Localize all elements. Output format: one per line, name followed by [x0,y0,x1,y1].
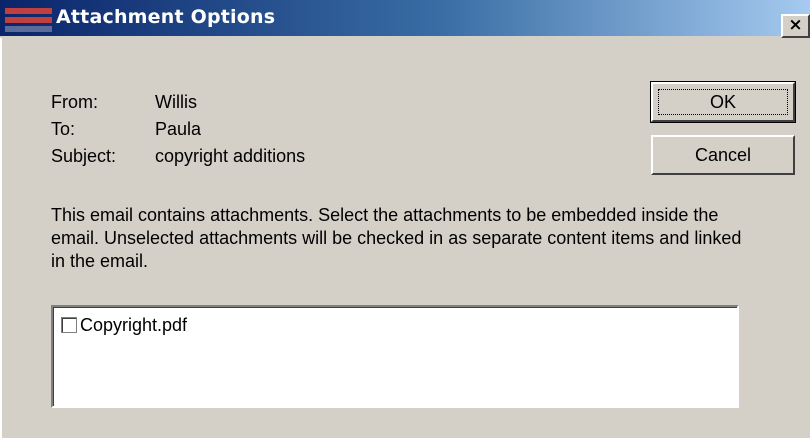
attachment-name: Copyright.pdf [80,315,188,335]
to-value: Paula [155,119,202,139]
title-bar[interactable]: Attachment Options × [0,0,810,38]
close-icon[interactable]: × [781,14,810,38]
from-label: From: [51,92,98,112]
cancel-button[interactable]: Cancel [651,135,795,175]
attachment-list[interactable]: Copyright.pdf [51,305,739,408]
subject-label: Subject: [51,146,117,166]
window-left-edge [0,38,12,438]
ok-button[interactable]: OK [650,81,796,123]
attachment-checkbox[interactable] [61,317,77,333]
attachment-options-dialog: Attachment Options × From: Willis To: Pa… [0,0,810,438]
app-icon [5,8,52,34]
list-item[interactable]: Copyright.pdf [61,314,187,336]
ok-button-label: OK [658,89,788,115]
from-value: Willis [155,92,197,112]
window-title: Attachment Options [56,6,276,28]
to-label: To: [51,119,76,139]
attachment-description: This email contains attachments. Select … [51,205,742,271]
subject-value: copyright additions [155,146,306,166]
